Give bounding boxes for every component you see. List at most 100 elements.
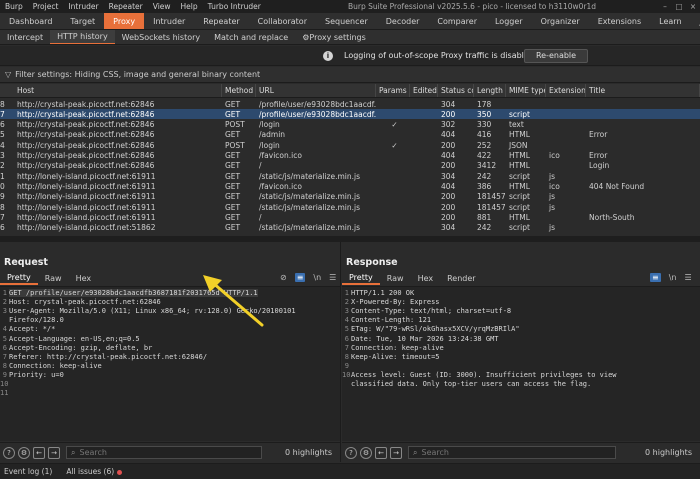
forward-arrow-icon[interactable]: → (48, 446, 60, 459)
settings-icon[interactable]: ⚙ (18, 446, 30, 459)
response-search-input[interactable] (421, 448, 615, 457)
cell-url: /favicon.ico (259, 181, 302, 191)
tab-jwt[interactable]: JWT (691, 13, 700, 29)
tab-dashboard[interactable]: Dashboard (0, 13, 61, 29)
help-icon[interactable]: ? (3, 446, 15, 459)
request-tab-hex[interactable]: Hex (69, 272, 99, 285)
line-text: Access level: Guest (ID: 3000). Insuffic… (351, 370, 617, 379)
table-row[interactable]: 6 http://crystal-peak.picoctf.net:62846 PO… (0, 120, 700, 130)
column-header-host[interactable]: Host (0, 84, 222, 97)
menu-icon[interactable]: ☰ (329, 273, 336, 282)
cell-status: 200 (441, 161, 456, 171)
cell-length: 881 (477, 212, 492, 222)
table-row[interactable]: 4 http://crystal-peak.picoctf.net:62846 PO… (0, 140, 700, 150)
menu-item-repeater[interactable]: Repeater (104, 2, 148, 11)
column-header-url[interactable]: URL (256, 84, 376, 97)
tab-decoder[interactable]: Decoder (377, 13, 429, 29)
tab-comparer[interactable]: Comparer (428, 13, 486, 29)
menu-item-intruder[interactable]: Intruder (63, 2, 103, 11)
column-header-edited[interactable]: Edited (410, 84, 438, 97)
wrap-icon[interactable]: ≡ (294, 273, 306, 282)
cell-host: http://crystal-peak.picoctf.net:62846 (17, 99, 155, 109)
response-search[interactable]: ⌕ (408, 446, 616, 459)
tab-logger[interactable]: Logger (486, 13, 532, 29)
eye-off-icon[interactable]: ⊘ (280, 273, 287, 282)
table-row[interactable]: 7 http://lonely-island.picoctf.net:61911 G… (0, 212, 700, 222)
response-tab-pretty[interactable]: Pretty (342, 272, 380, 285)
table-row[interactable]: 8 http://lonely-island.picoctf.net:61911 G… (0, 202, 700, 212)
menu-item-project[interactable]: Project (28, 2, 64, 11)
table-row[interactable]: 0 http://lonely-island.picoctf.net:61911 G… (0, 181, 700, 191)
tab-organizer[interactable]: Organizer (532, 13, 589, 29)
column-header-params[interactable]: Params (376, 84, 410, 97)
table-row[interactable]: 7 http://crystal-peak.picoctf.net:62846 GE… (0, 109, 700, 120)
table-row[interactable]: 9 http://lonely-island.picoctf.net:61911 G… (0, 192, 700, 202)
request-search[interactable]: ⌕ (66, 446, 262, 459)
line-number: 2 (344, 298, 349, 307)
subtab-proxy-settings[interactable]: ⚙ Proxy settings (295, 30, 373, 44)
settings-icon[interactable]: ⚙ (360, 446, 372, 459)
back-arrow-icon[interactable]: ← (375, 446, 387, 459)
maximize-icon[interactable]: □ (672, 2, 686, 11)
menu-item-burp[interactable]: Burp (0, 2, 28, 11)
tab-sequencer[interactable]: Sequencer (316, 13, 377, 29)
request-highlights: 0 highlights (285, 448, 332, 457)
menu-item-help[interactable]: Help (176, 2, 203, 11)
response-tab-hex[interactable]: Hex (411, 272, 441, 285)
column-header-mime-type[interactable]: MIME type (506, 84, 546, 97)
tab-learn[interactable]: Learn (650, 13, 690, 29)
tab-extensions[interactable]: Extensions (589, 13, 650, 29)
row-number: 6 (0, 120, 5, 130)
filter-bar[interactable]: ▽ Filter settings: Hiding CSS, image and… (0, 67, 700, 83)
column-header-title[interactable]: Title (586, 84, 700, 97)
table-row[interactable]: 1 http://lonely-island.picoctf.net:61911 G… (0, 171, 700, 181)
subtab-http-history[interactable]: HTTP history (50, 30, 115, 44)
request-search-input[interactable] (79, 448, 261, 457)
subtab-websockets-history[interactable]: WebSockets history (115, 30, 207, 44)
event-log-link[interactable]: Event log (1) (4, 467, 52, 476)
table-row[interactable]: 6 http://lonely-island.picoctf.net:51862 G… (0, 223, 700, 233)
response-editor[interactable]: 1 HTTP/1.1 200 OK 2 X-Powered-By: Express 3 C… (342, 286, 700, 441)
response-line: 8 Keep-Alive: timeout=5 (342, 353, 700, 362)
tab-intruder[interactable]: Intruder (144, 13, 194, 29)
subtab-intercept[interactable]: Intercept (0, 30, 50, 44)
tab-collaborator[interactable]: Collaborator (249, 13, 316, 29)
tab-proxy[interactable]: Proxy (104, 13, 145, 29)
column-header-status-code[interactable]: Status code (438, 84, 474, 97)
request-editor[interactable]: 1 GET /profile/user/e93028bdc1aacdfb36871… (0, 286, 340, 441)
re-enable-button[interactable]: Re-enable (524, 49, 588, 63)
response-line: 4 Content-Length: 121 (342, 316, 700, 325)
menu-item-view[interactable]: View (148, 2, 176, 11)
cell-url: /static/js/materialize.min.js (259, 192, 361, 202)
request-tab-raw[interactable]: Raw (38, 272, 69, 285)
table-row[interactable]: 2 http://crystal-peak.picoctf.net:62846 GE… (0, 161, 700, 171)
table-row[interactable]: 8 http://crystal-peak.picoctf.net:62846 GE… (0, 99, 700, 109)
forward-arrow-icon[interactable]: → (390, 446, 402, 459)
newline-toggle[interactable]: \n (669, 273, 677, 282)
newline-toggle[interactable]: \n (313, 273, 321, 282)
column-header-method[interactable]: Method (222, 84, 256, 97)
request-line: 8 Connection: keep-alive (0, 362, 340, 371)
request-tab-pretty[interactable]: Pretty (0, 272, 38, 285)
menu-item-turbo-intruder[interactable]: Turbo Intruder (203, 2, 266, 11)
table-row[interactable]: 5 http://crystal-peak.picoctf.net:62846 GE… (0, 130, 700, 140)
response-tab-raw[interactable]: Raw (380, 272, 411, 285)
column-header-length[interactable]: Length (474, 84, 506, 97)
help-icon[interactable]: ? (345, 446, 357, 459)
column-header-extension[interactable]: Extension (546, 84, 586, 97)
all-issues-link[interactable]: All issues (6) (66, 467, 123, 476)
subtab-match-and-replace[interactable]: Match and replace (207, 30, 295, 44)
response-tools: ≡ \n ☰ (642, 273, 692, 282)
close-icon[interactable]: × (686, 2, 700, 11)
line-text: Accept-Encoding: gzip, deflate, br (9, 343, 153, 352)
cell-title (586, 171, 700, 181)
response-tab-render[interactable]: Render (440, 272, 482, 285)
cell-mime: HTML (509, 181, 530, 191)
menu-icon[interactable]: ☰ (684, 273, 691, 282)
back-arrow-icon[interactable]: ← (33, 446, 45, 459)
minimize-icon[interactable]: – (658, 2, 672, 11)
wrap-icon[interactable]: ≡ (650, 273, 661, 282)
tab-repeater[interactable]: Repeater (194, 13, 248, 29)
tab-target[interactable]: Target (61, 13, 104, 29)
table-row[interactable]: 3 http://crystal-peak.picoctf.net:62846 GE… (0, 151, 700, 161)
